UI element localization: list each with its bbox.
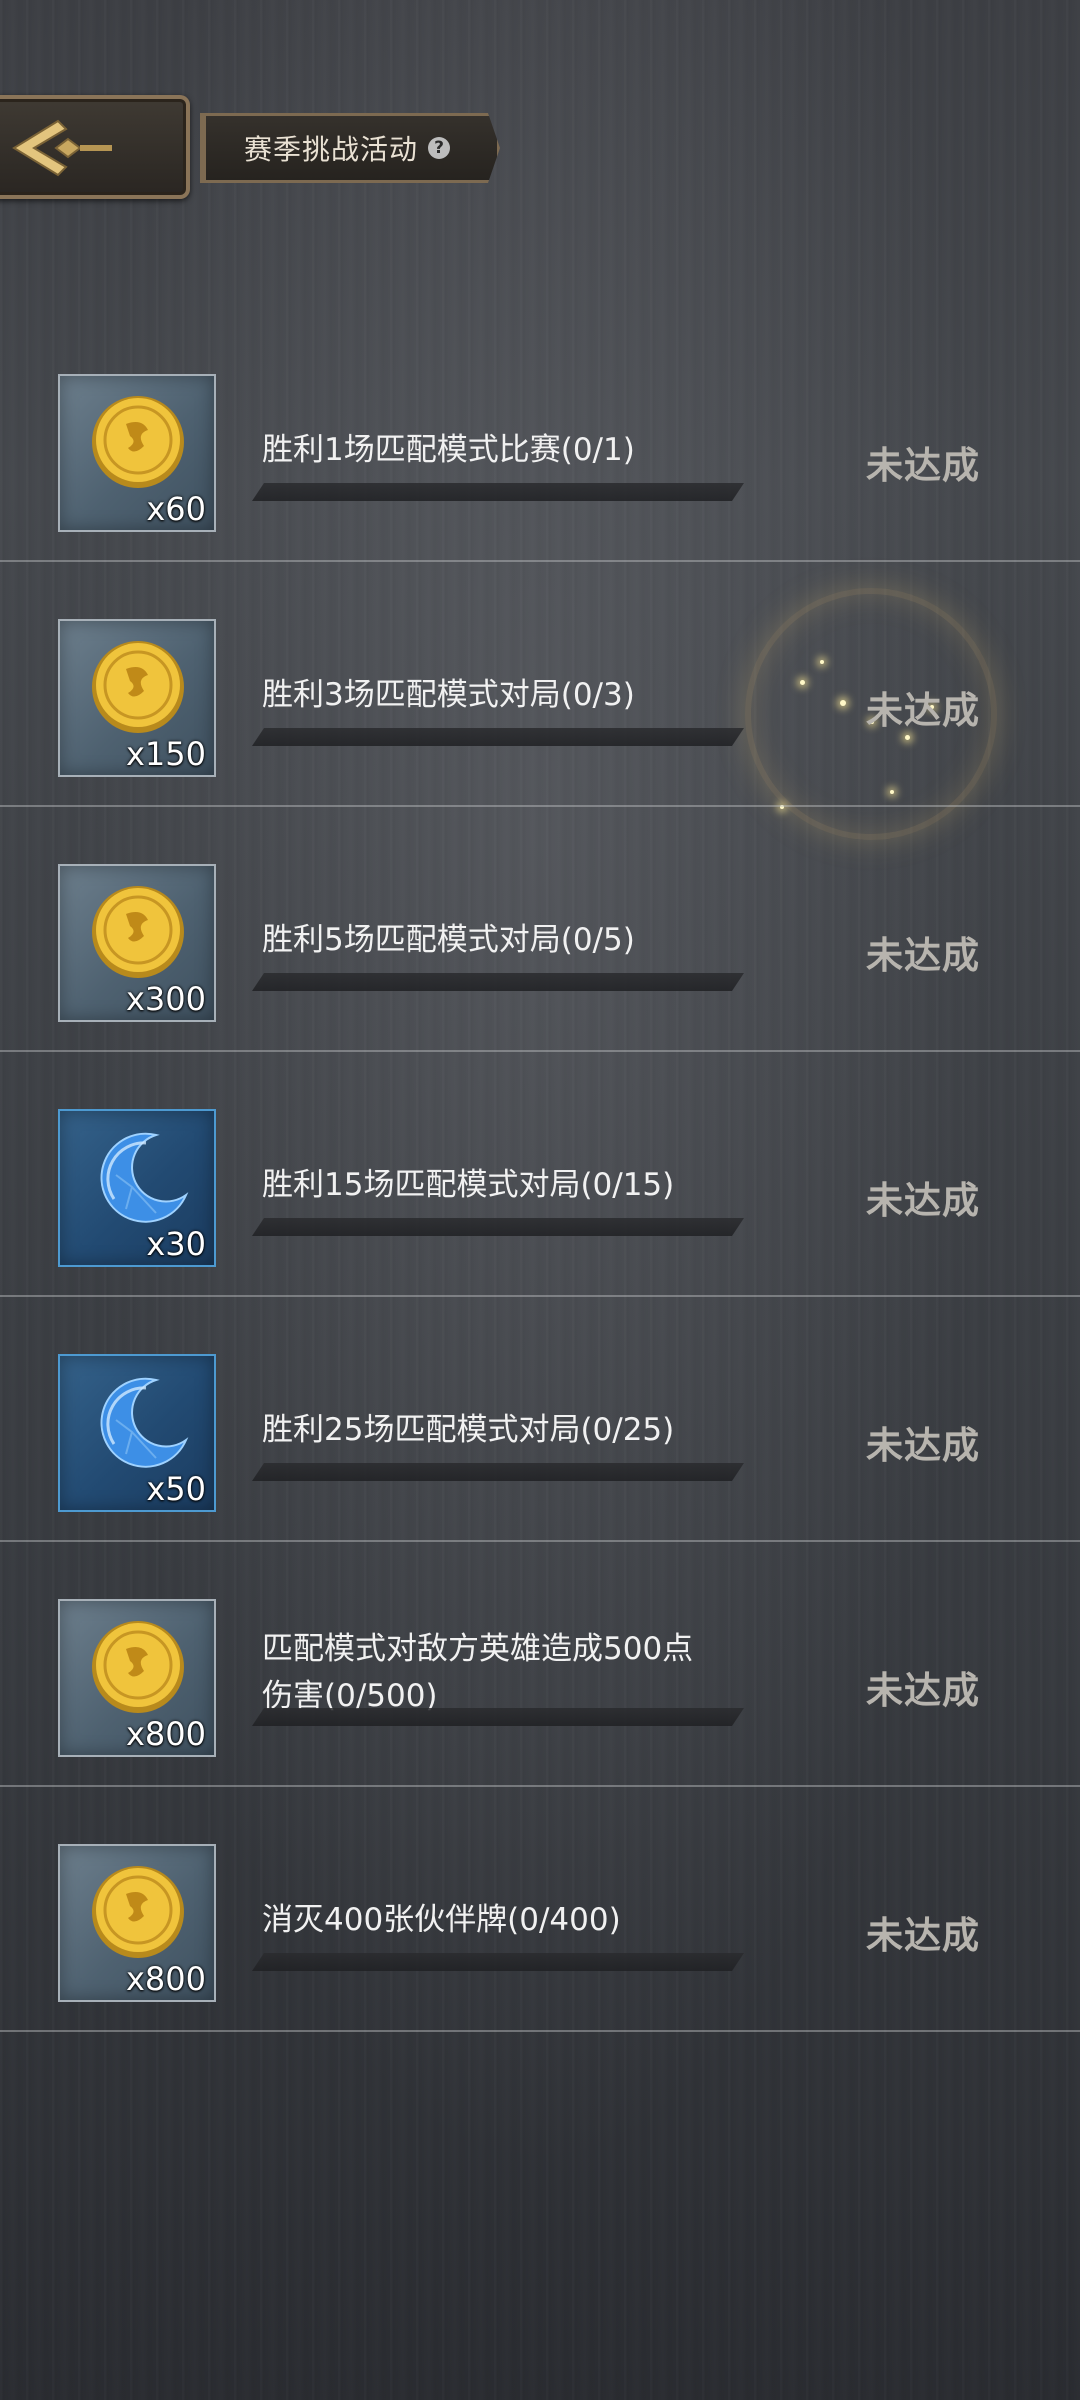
progress-bar [252,1463,744,1481]
status-label: 未达成 [866,1669,980,1712]
reward-item[interactable]: x50 [58,1354,216,1512]
task-row: x60 胜利1场匹配模式比赛(0/1) 未达成 [0,317,1080,562]
status-label: 未达成 [866,1914,980,1957]
header: 赛季挑战活动 ? [0,95,520,205]
task-description: 胜利15场匹配模式对局(0/15) [262,1167,675,1203]
blue-moon-gem-icon [100,1377,189,1468]
reward-item[interactable]: x300 [58,864,216,1022]
gold-coin-icon [92,1621,184,1713]
status-label: 未达成 [866,444,980,487]
question-circle-icon[interactable]: ? [428,137,451,159]
gold-coin-icon [92,396,184,488]
task-description-line1: 匹配模式对敌方英雄造成500点 [262,1631,694,1667]
reward-item[interactable]: x150 [58,619,216,777]
task-description: 胜利3场匹配模式对局(0/3) [262,677,635,713]
task-row: x50 胜利25场匹配模式对局(0/25) 未达成 [0,1297,1080,1542]
reward-quantity: x800 [125,1715,206,1753]
task-description: 胜利5场匹配模式对局(0/5) [262,922,635,958]
gold-coin-icon [92,641,184,733]
reward-quantity: x60 [146,490,206,528]
page-title: 赛季挑战活动 [244,133,419,166]
back-button[interactable] [0,95,190,199]
status-label: 未达成 [866,689,980,732]
progress-bar [252,1218,744,1236]
task-description: 消灭400张伙伴牌(0/400) [262,1902,621,1938]
task-description: 匹配模式对敌方英雄造成500点 伤害(0/500) [262,1626,782,1720]
task-description: 胜利1场匹配模式比赛(0/1) [262,432,635,468]
status-label: 未达成 [866,1424,980,1467]
gold-coin-icon [92,1866,184,1958]
reward-quantity: x30 [146,1225,206,1263]
progress-bar [252,483,744,501]
page-title-plate: 赛季挑战活动 ? [200,113,500,183]
gold-coin-icon [92,886,184,978]
reward-quantity: x150 [125,735,206,773]
progress-bar [252,1708,744,1726]
progress-bar [252,728,744,746]
reward-quantity: x50 [146,1470,206,1508]
back-arrow-icon [12,119,112,177]
reward-item[interactable]: x60 [58,374,216,532]
blue-moon-gem-icon [100,1132,189,1223]
progress-bar [252,1953,744,1971]
task-row: x800 消灭400张伙伴牌(0/400) 未达成 [0,1787,1080,2032]
status-label: 未达成 [866,934,980,977]
reward-item[interactable]: x30 [58,1109,216,1267]
task-row: x150 胜利3场匹配模式对局(0/3) 未达成 [0,562,1080,807]
task-description: 胜利25场匹配模式对局(0/25) [262,1412,675,1448]
status-label: 未达成 [866,1179,980,1222]
reward-item[interactable]: x800 [58,1599,216,1757]
task-list: x60 胜利1场匹配模式比赛(0/1) 未达成 x150 胜利3场匹配模式对局(… [0,317,1080,2032]
task-row: x30 胜利15场匹配模式对局(0/15) 未达成 [0,1052,1080,1297]
reward-quantity: x300 [125,980,206,1018]
reward-item[interactable]: x800 [58,1844,216,2002]
task-row: x300 胜利5场匹配模式对局(0/5) 未达成 [0,807,1080,1052]
task-row: x800 匹配模式对敌方英雄造成500点 伤害(0/500) 未达成 [0,1542,1080,1787]
progress-bar [252,973,744,991]
reward-quantity: x800 [125,1960,206,1998]
